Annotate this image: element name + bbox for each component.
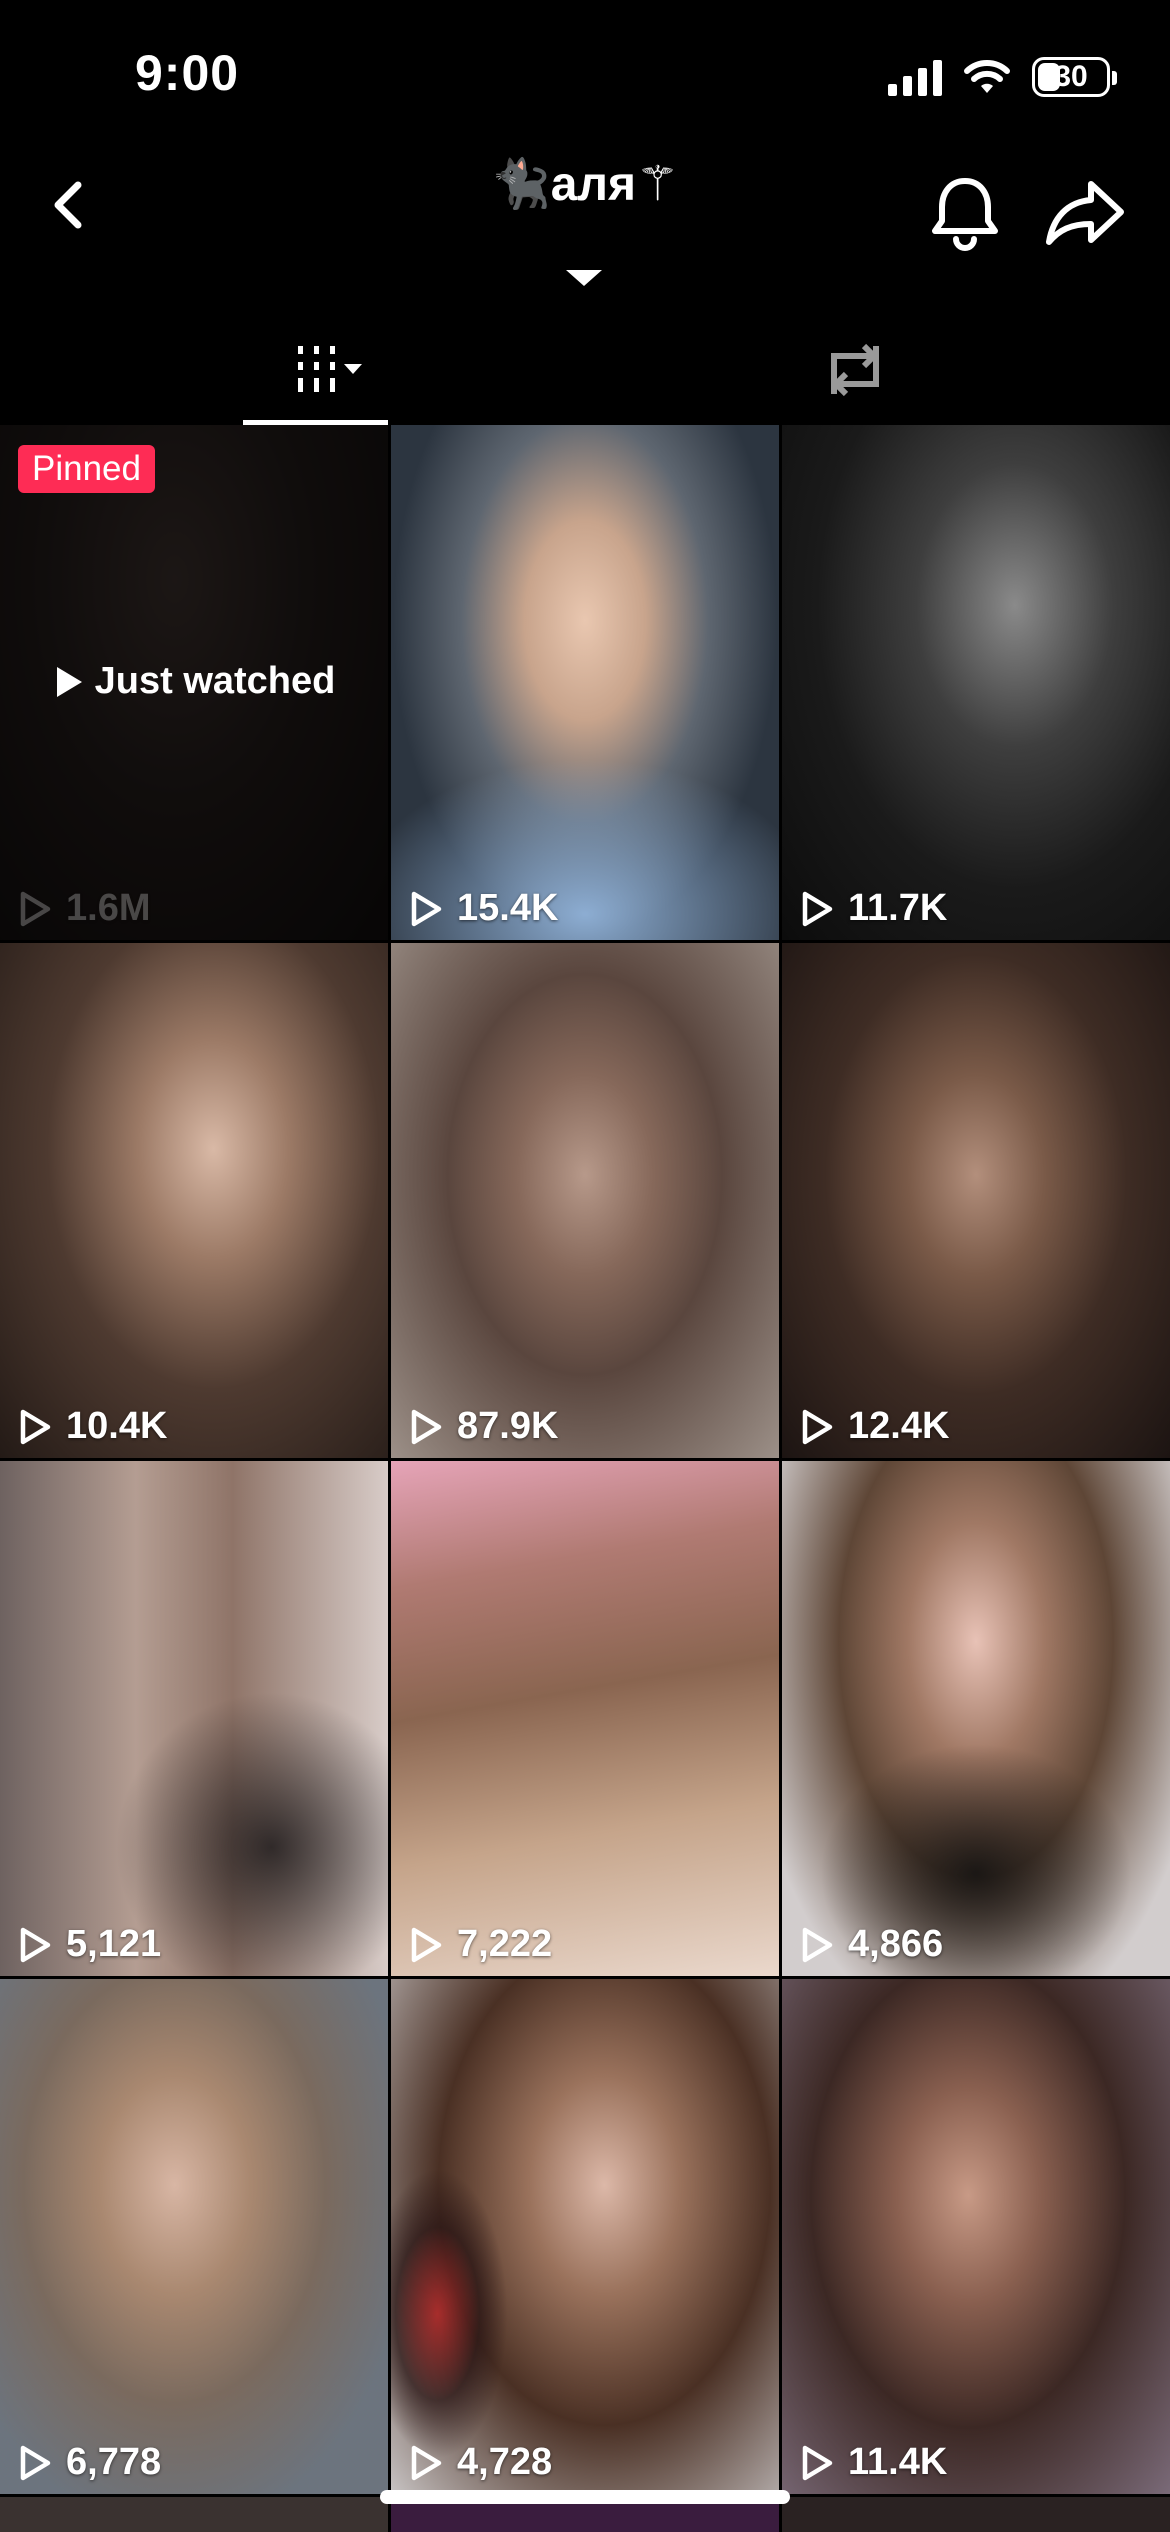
video-tile[interactable]: 7,222	[391, 1461, 779, 1976]
view-count: 12.4K	[800, 1405, 949, 1448]
video-tile[interactable]: 15.4K	[391, 425, 779, 940]
just-watched-text: Just watched	[94, 660, 336, 702]
view-count-text: 10.4K	[66, 1405, 168, 1447]
view-count-text: 12.4K	[848, 1405, 950, 1447]
content-tabs	[0, 315, 1170, 425]
play-outline-icon	[20, 1927, 51, 1962]
view-count: 6,778	[18, 2441, 161, 2484]
pinned-badge: Pinned	[18, 445, 155, 493]
video-thumbnail	[0, 1979, 388, 2494]
video-thumbnail	[782, 2497, 1170, 2532]
share-icon[interactable]	[1045, 178, 1125, 248]
tab-videos[interactable]	[243, 315, 388, 425]
view-count-text: 4,866	[848, 1923, 944, 1965]
view-count: 7,222	[409, 1923, 552, 1966]
video-tile[interactable]: 12.4K	[782, 943, 1170, 1458]
view-count-text: 15.4K	[457, 887, 559, 929]
video-thumbnail	[391, 943, 779, 1458]
play-outline-icon	[802, 1409, 833, 1444]
repost-icon	[831, 343, 879, 397]
play-outline-icon	[802, 1927, 833, 1962]
video-tile[interactable]: 5,121	[0, 1461, 388, 1976]
status-time: 9:00	[135, 45, 240, 101]
view-count-text: 87.9K	[457, 1405, 559, 1447]
video-tile[interactable]	[782, 2497, 1170, 2532]
view-count-text: 11.4K	[848, 2441, 948, 2483]
video-tile[interactable]: 4,866	[782, 1461, 1170, 1976]
status-icons: 30	[888, 52, 1117, 102]
video-tile[interactable]: 87.9K	[391, 943, 779, 1458]
video-tile[interactable]	[0, 2497, 388, 2532]
view-count: 15.4K	[409, 887, 558, 930]
view-count: 4,728	[409, 2441, 552, 2484]
view-count-text: 4,728	[457, 2441, 553, 2483]
profile-header: 🐈‍⬛аля⚚	[0, 140, 1170, 315]
play-outline-icon	[411, 891, 442, 926]
video-thumbnail	[0, 2497, 388, 2532]
battery-icon: 30	[1032, 57, 1117, 97]
video-thumbnail	[782, 943, 1170, 1458]
video-tile[interactable]: 11.4K	[782, 1979, 1170, 2494]
grid-filter-icon	[297, 346, 362, 392]
wifi-icon	[964, 60, 1010, 93]
play-outline-icon	[20, 1409, 51, 1444]
view-count-text: 7,222	[457, 1923, 553, 1965]
battery-percent: 30	[1054, 60, 1088, 93]
video-thumbnail	[0, 943, 388, 1458]
home-indicator[interactable]	[380, 2490, 790, 2504]
view-count: 11.4K	[800, 2441, 947, 2484]
video-thumbnail	[782, 1979, 1170, 2494]
play-outline-icon	[411, 2445, 442, 2480]
play-outline-icon	[411, 1927, 442, 1962]
bell-icon[interactable]	[930, 175, 1000, 251]
view-count-text: 5,121	[66, 1923, 162, 1965]
play-outline-icon	[20, 891, 51, 926]
view-count: 1.6M	[18, 887, 150, 930]
view-count: 11.7K	[800, 887, 947, 930]
caret-down-icon[interactable]	[566, 270, 602, 286]
play-icon	[56, 666, 82, 697]
video-tile[interactable]: 11.7K	[782, 425, 1170, 940]
signal-icon	[888, 58, 942, 96]
play-outline-icon	[802, 2445, 833, 2480]
video-tile[interactable]: Pinned Just watched 1.6M	[0, 425, 388, 940]
play-outline-icon	[411, 1409, 442, 1444]
view-count-text: 11.7K	[848, 887, 948, 929]
view-count: 10.4K	[18, 1405, 167, 1448]
view-count: 87.9K	[409, 1405, 558, 1448]
view-count-text: 1.6M	[66, 887, 151, 929]
just-watched-label: Just watched	[0, 660, 388, 703]
video-tile[interactable]: 10.4K	[0, 943, 388, 1458]
status-bar: 9:00 30	[0, 0, 1170, 140]
view-count: 4,866	[800, 1923, 943, 1966]
video-tile[interactable]: 4,728	[391, 1979, 779, 2494]
video-thumbnail	[782, 425, 1170, 940]
play-outline-icon	[802, 891, 833, 926]
video-thumbnail	[391, 1461, 779, 1976]
play-outline-icon	[20, 2445, 51, 2480]
view-count: 5,121	[18, 1923, 161, 1966]
view-count-text: 6,778	[66, 2441, 162, 2483]
video-tile[interactable]: 6,778	[0, 1979, 388, 2494]
tab-reposts[interactable]	[810, 315, 900, 425]
